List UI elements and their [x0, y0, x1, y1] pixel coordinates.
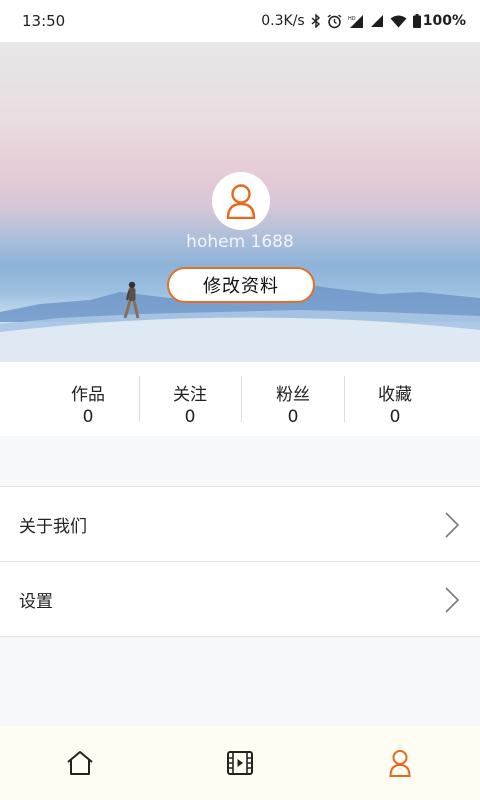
settings-menu: 关于我们 设置 [0, 486, 480, 637]
status-bar: 13:50 0.3K/s HD 100% [0, 0, 480, 42]
nav-profile[interactable] [320, 726, 480, 800]
stat-label: 粉丝 [276, 385, 310, 405]
battery-indicator: 100% [412, 13, 466, 29]
stat-label: 收藏 [378, 385, 412, 405]
battery-icon [412, 14, 421, 28]
status-time: 13:50 [22, 12, 66, 30]
bluetooth-icon [311, 14, 321, 28]
edit-profile-button[interactable]: 修改资料 [167, 267, 315, 303]
home-icon [67, 751, 93, 775]
menu-item-label: 设置 [19, 591, 53, 612]
signal-hd-icon: HD [348, 14, 364, 29]
nav-home[interactable] [0, 726, 160, 800]
stat-value: 0 [389, 407, 401, 427]
stat-value: 0 [82, 407, 94, 427]
menu-item-settings[interactable]: 设置 [0, 562, 480, 637]
film-icon [227, 751, 253, 775]
stat-favorites[interactable]: 收藏 0 [345, 362, 445, 436]
status-icons: 0.3K/s HD 100% [261, 13, 466, 29]
menu-item-about-us[interactable]: 关于我们 [0, 487, 480, 562]
chevron-right-icon [445, 587, 460, 613]
signal-icon [370, 14, 384, 28]
stat-label: 作品 [71, 385, 105, 405]
battery-percent: 100% [422, 13, 466, 29]
username: hohem 1688 [186, 232, 294, 252]
stat-label: 关注 [173, 385, 207, 405]
nav-video[interactable] [160, 726, 320, 800]
profile-stats: 作品 0 关注 0 粉丝 0 收藏 0 [0, 362, 480, 436]
stat-divider [241, 376, 242, 422]
alarm-icon [327, 13, 342, 29]
network-speed: 0.3K/s [261, 13, 305, 29]
bottom-nav [0, 726, 480, 800]
menu-item-label: 关于我们 [19, 516, 87, 537]
chevron-right-icon [445, 512, 460, 538]
stat-works[interactable]: 作品 0 [38, 362, 138, 436]
profile-header: hohem 1688 修改资料 [0, 42, 480, 362]
stat-value: 0 [287, 407, 299, 427]
stat-fans[interactable]: 粉丝 0 [243, 362, 343, 436]
stat-value: 0 [184, 407, 196, 427]
wifi-icon [390, 15, 407, 28]
svg-text:HD: HD [348, 16, 356, 22]
user-icon [389, 750, 411, 777]
avatar[interactable] [212, 172, 270, 230]
user-icon [226, 184, 256, 219]
stat-following[interactable]: 关注 0 [140, 362, 240, 436]
